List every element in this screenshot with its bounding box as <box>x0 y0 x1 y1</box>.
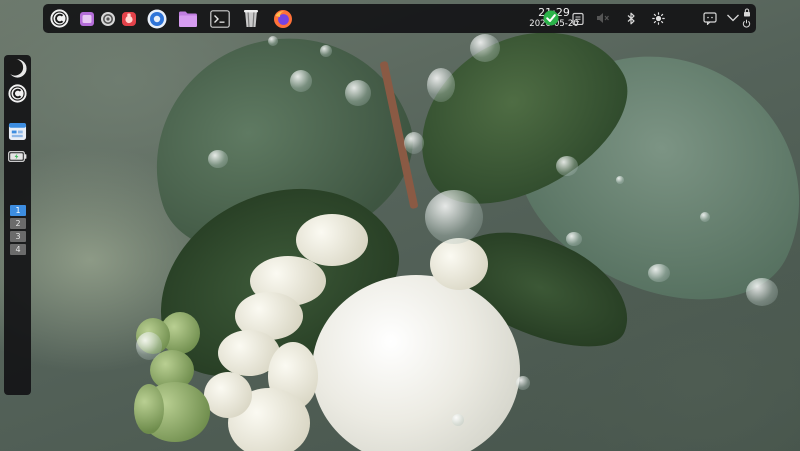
c-logo-icon <box>8 84 27 103</box>
launcher-red-app[interactable] <box>117 7 140 30</box>
desktop-wallpaper <box>0 0 800 451</box>
app-menu-button[interactable] <box>48 7 71 30</box>
workspace-2[interactable]: 2 <box>10 218 26 229</box>
tray-lock[interactable] <box>740 7 753 18</box>
package-manager-icon <box>243 9 258 27</box>
status-ok-check-icon <box>543 10 559 26</box>
clipboard-icon <box>572 12 584 25</box>
wallpaper-berry <box>430 238 488 290</box>
app-menu-c-logo-icon <box>50 9 69 28</box>
dark-mode-toggle[interactable] <box>6 57 29 80</box>
dark-mode-moon-icon <box>7 59 27 78</box>
water-drop <box>345 80 371 106</box>
wallpaper-berry <box>296 214 368 266</box>
chevron-down-icon <box>727 14 739 22</box>
tray-brightness[interactable] <box>649 9 667 27</box>
water-drop <box>648 264 670 282</box>
launcher-purple-app[interactable] <box>75 7 98 30</box>
workspace-1[interactable]: 1 <box>10 205 26 216</box>
app-window-button[interactable] <box>6 120 29 143</box>
wallpaper-berry <box>312 275 520 451</box>
water-drop <box>425 190 483 244</box>
water-drop <box>556 156 578 176</box>
battery-charging-icon <box>8 150 27 162</box>
purple-app-icon <box>79 11 94 26</box>
top-panel: 21:29 2026-05-20 <box>43 4 756 33</box>
launcher-blue-app[interactable] <box>145 7 168 30</box>
launcher-firefox[interactable] <box>271 7 294 30</box>
water-drop <box>700 212 710 222</box>
volume-muted-icon <box>597 13 609 23</box>
notifications-icon <box>703 11 717 25</box>
app-window-icon <box>8 122 27 141</box>
water-drop <box>427 68 455 102</box>
lock-icon <box>743 8 750 17</box>
left-panel: 1 2 3 4 <box>4 55 31 395</box>
tray-power[interactable] <box>740 18 753 29</box>
wallpaper-berry <box>204 372 252 418</box>
tray-clipboard[interactable] <box>569 9 587 27</box>
red-app-icon <box>121 11 136 26</box>
launcher-files[interactable] <box>176 7 199 30</box>
water-drop <box>746 278 778 306</box>
water-drop <box>320 45 332 57</box>
tray-volume[interactable] <box>594 9 612 27</box>
tray-notifications[interactable] <box>701 9 719 27</box>
water-drop <box>470 34 500 62</box>
water-drop <box>268 36 278 46</box>
workspace-4[interactable]: 4 <box>10 244 26 255</box>
wallpaper-green-berry <box>134 384 164 434</box>
folder-icon <box>178 11 197 27</box>
water-drop <box>290 70 312 92</box>
tray-bluetooth[interactable] <box>622 9 640 27</box>
water-drop <box>566 232 582 246</box>
battery-status[interactable] <box>6 146 29 166</box>
water-drop <box>516 376 530 390</box>
water-drop <box>208 150 228 168</box>
power-icon <box>742 19 751 28</box>
c-logo-button[interactable] <box>6 82 29 105</box>
water-drop <box>616 176 624 184</box>
settings-gear-icon <box>100 11 115 26</box>
water-drop <box>136 332 162 360</box>
blue-circle-app-icon <box>147 9 166 28</box>
firefox-icon <box>273 9 292 28</box>
tray-status-ok[interactable] <box>542 9 560 27</box>
water-drop <box>452 414 464 426</box>
launcher-package-manager[interactable] <box>239 7 262 30</box>
workspace-3[interactable]: 3 <box>10 231 26 242</box>
water-drop <box>404 132 424 154</box>
launcher-settings[interactable] <box>96 7 119 30</box>
terminal-icon <box>209 9 230 28</box>
launcher-terminal[interactable] <box>208 7 231 30</box>
brightness-icon <box>651 11 665 25</box>
bluetooth-icon <box>627 12 635 24</box>
